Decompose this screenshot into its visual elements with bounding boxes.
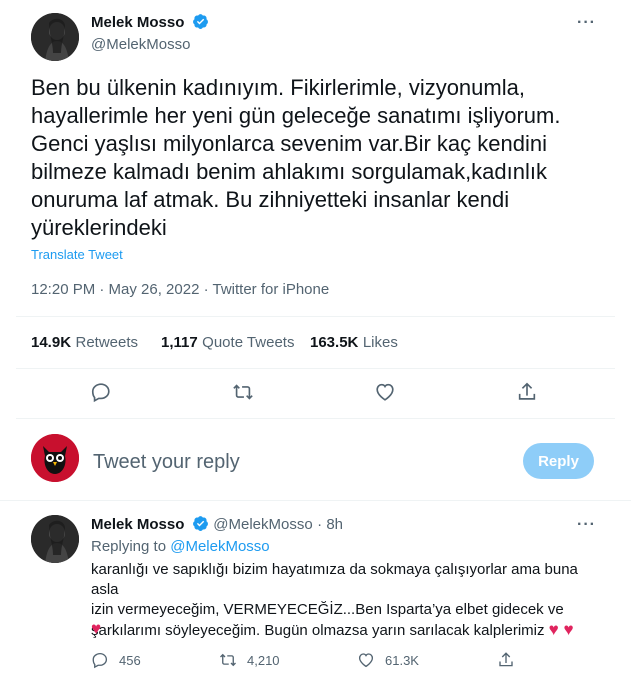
reply-icon	[91, 383, 110, 403]
current-user-avatar[interactable]	[31, 434, 79, 482]
heart-emoji-pair: ♥ ♥	[548, 620, 574, 639]
author-name[interactable]: Melek Mosso	[91, 14, 184, 31]
avatar-photo-icon	[31, 515, 79, 563]
verified-badge-icon	[192, 516, 208, 531]
like-icon	[358, 653, 374, 668]
likes-label: Likes	[362, 334, 398, 351]
reply-text-body: karanlığı ve sapıklığı bizim hayatımıza …	[91, 561, 578, 639]
reply-input[interactable]: Tweet your reply	[93, 451, 240, 474]
likes-stat[interactable]: 163.5K Likes	[310, 334, 398, 352]
retweets-stat[interactable]: 14.9K Retweets	[31, 334, 138, 352]
author-avatar[interactable]	[31, 13, 79, 61]
tweet-text: Ben bu ülkenin kadınıyım. Fikirlerimle, …	[31, 75, 561, 240]
share-icon	[499, 652, 513, 667]
author-handle[interactable]: @MelekMosso	[91, 36, 190, 53]
owl-avatar-icon	[31, 434, 79, 482]
translate-tweet-link[interactable]: Translate Tweet	[31, 247, 123, 262]
reply-button[interactable]	[84, 375, 118, 409]
retweet-button[interactable]	[226, 375, 260, 409]
reply-retweet-button[interactable]: 4,210	[219, 651, 280, 669]
reply-submit-button[interactable]: Reply	[523, 443, 594, 479]
divider	[16, 316, 615, 317]
replying-to-handle[interactable]: @MelekMosso	[170, 538, 269, 555]
retweets-count: 14.9K	[31, 334, 72, 351]
reply-like-button[interactable]: 61.3K	[357, 651, 419, 669]
replying-to-label: Replying to	[91, 538, 167, 555]
replying-to: Replying to @MelekMosso	[91, 538, 270, 555]
reply-more-icon[interactable]: ···	[577, 516, 596, 534]
divider	[0, 500, 631, 501]
reply-count: 456	[119, 652, 141, 668]
verified-badge-icon	[192, 14, 208, 29]
reply-author-avatar[interactable]	[31, 515, 79, 563]
reply-author-handle[interactable]: @MelekMosso	[213, 516, 312, 533]
heart-emoji: ♥	[91, 619, 102, 638]
retweet-icon	[233, 384, 253, 400]
retweet-icon	[220, 653, 236, 667]
quote-tweets-stat[interactable]: 1,117 Quote Tweets	[161, 334, 294, 352]
reply-text: karanlığı ve sapıklığı bizim hayatımıza …	[91, 560, 591, 641]
retweets-label: Retweets	[75, 334, 139, 351]
quote-tweets-label: Quote Tweets	[202, 334, 295, 351]
divider	[16, 418, 615, 419]
reply-share-button[interactable]	[497, 651, 515, 674]
reply-header: Melek Mosso @MelekMosso · 8h	[91, 515, 343, 534]
like-count: 61.3K	[385, 652, 419, 668]
reply-icon	[92, 652, 108, 669]
more-icon[interactable]: ···	[577, 14, 596, 32]
author-name-row: Melek Mosso	[91, 13, 209, 32]
tweet-timestamp[interactable]: 12:20 PM · May 26, 2022 · Twitter for iP…	[31, 281, 329, 298]
quote-tweets-count: 1,117	[161, 334, 198, 351]
retweet-count: 4,210	[247, 652, 280, 668]
like-button[interactable]	[368, 375, 402, 409]
reply-time[interactable]: · 8h	[317, 516, 343, 533]
like-icon	[376, 383, 394, 401]
divider	[16, 368, 615, 369]
share-icon	[518, 382, 536, 400]
avatar-photo-icon	[31, 13, 79, 61]
share-button[interactable]	[510, 375, 544, 409]
reply-reply-button[interactable]: 456	[91, 651, 141, 669]
reply-author-name[interactable]: Melek Mosso	[91, 516, 184, 533]
likes-count: 163.5K	[310, 334, 359, 351]
